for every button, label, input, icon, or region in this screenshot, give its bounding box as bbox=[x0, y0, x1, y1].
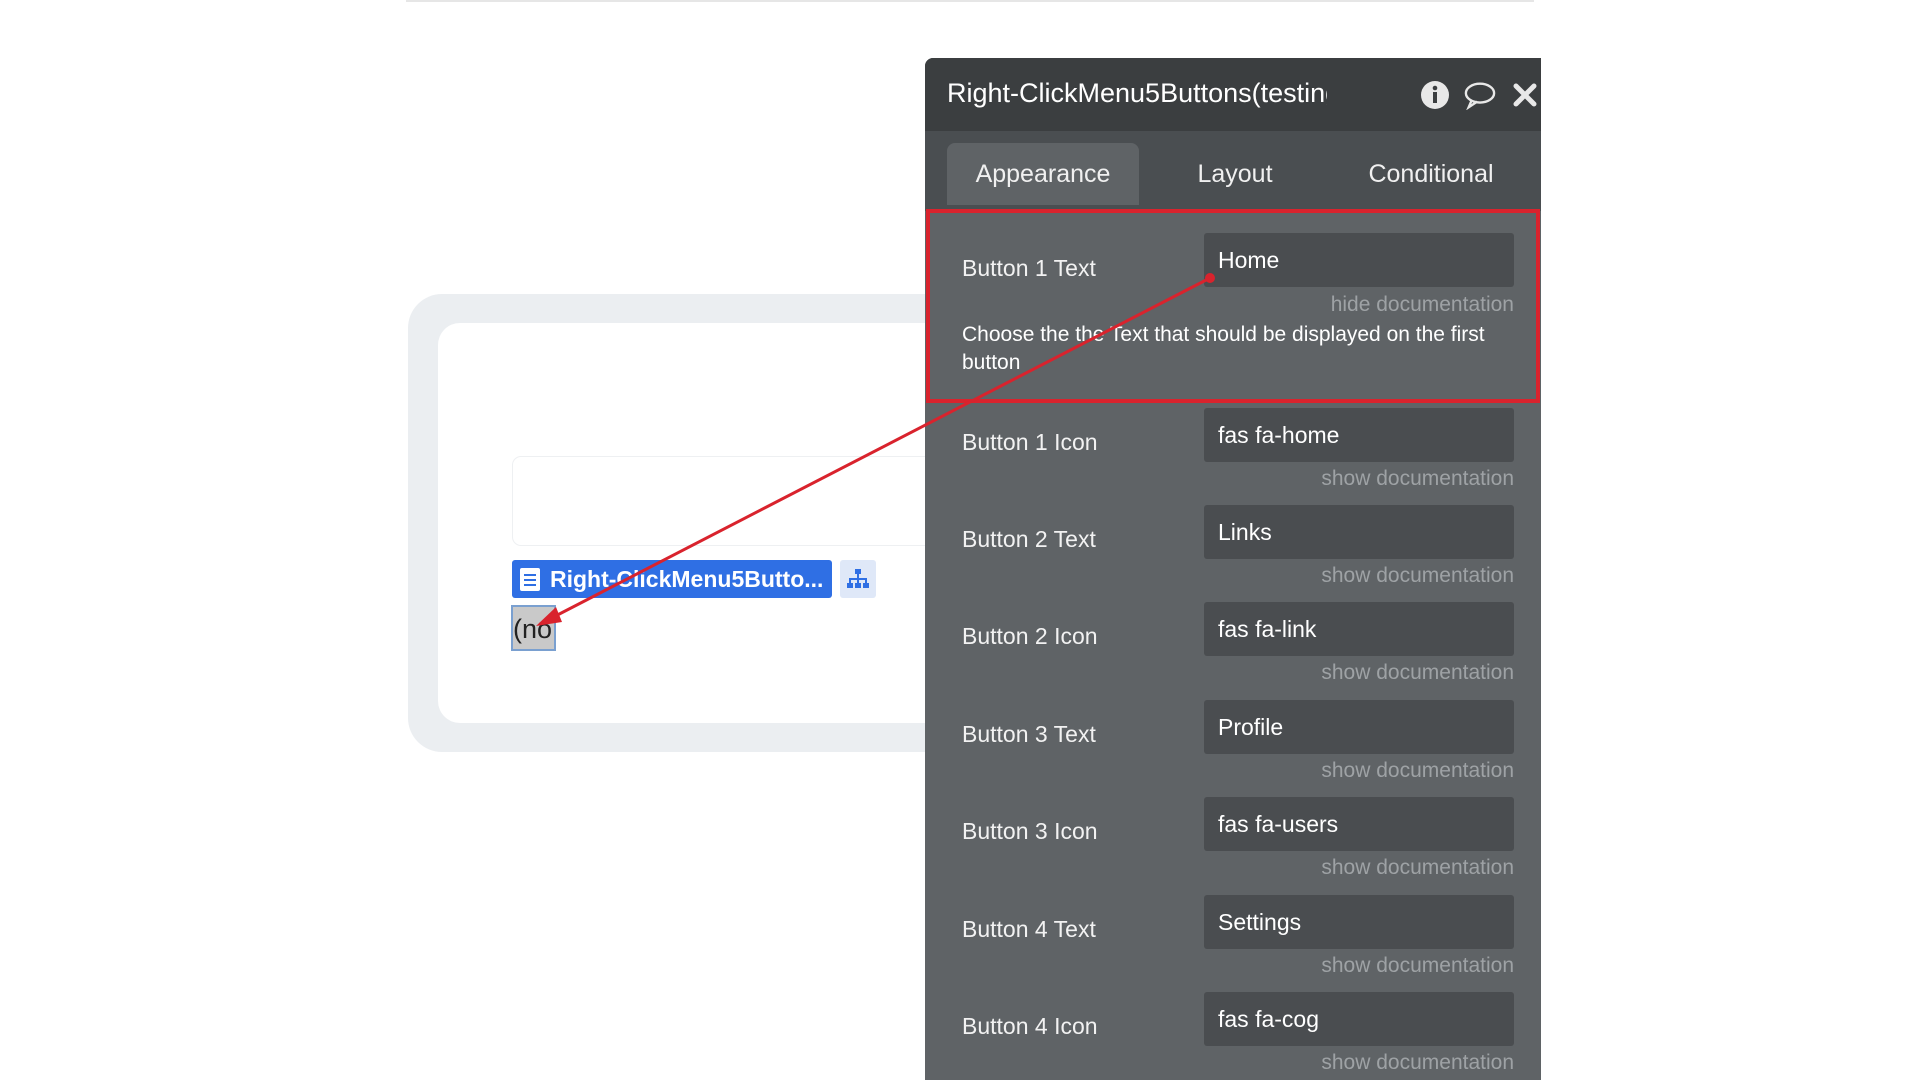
top-divider bbox=[406, 0, 1534, 2]
property-label: Button 2 Text bbox=[962, 526, 1096, 552]
property-input[interactable]: fas fa-home bbox=[1204, 408, 1514, 462]
property-input[interactable]: fas fa-cog bbox=[1204, 992, 1514, 1046]
tab-conditional[interactable]: Conditional bbox=[1331, 143, 1531, 205]
info-icon[interactable] bbox=[1419, 79, 1451, 111]
property-row: Button 3 Text Profile show documentation bbox=[925, 700, 1541, 797]
property-row: Button 4 Text Settings show documentatio… bbox=[925, 895, 1541, 992]
documentation-toggle[interactable]: show documentation bbox=[1321, 954, 1514, 978]
comment-icon[interactable] bbox=[1464, 79, 1496, 111]
property-row: Button 4 Icon fas fa-cog show documentat… bbox=[925, 992, 1541, 1080]
property-input[interactable]: Profile bbox=[1204, 700, 1514, 754]
element-tree-button[interactable] bbox=[840, 560, 876, 598]
property-row: Button 2 Text Links show documentation bbox=[925, 505, 1541, 602]
element-tag-label: Right-ClickMenu5Butto... bbox=[550, 565, 824, 592]
hierarchy-icon bbox=[847, 569, 869, 588]
highlight-box bbox=[926, 209, 1540, 403]
selected-element-text: (no bbox=[513, 614, 553, 644]
element-tag[interactable]: Right-ClickMenu5Butto... bbox=[512, 560, 832, 598]
documentation-toggle[interactable]: show documentation bbox=[1321, 661, 1514, 685]
property-label: Button 3 Icon bbox=[962, 818, 1098, 844]
documentation-toggle[interactable]: show documentation bbox=[1321, 467, 1514, 491]
editor-header: Right-ClickMenu5Buttons(testing bbox=[925, 58, 1541, 131]
close-icon[interactable] bbox=[1509, 79, 1541, 111]
property-row: Button 3 Icon fas fa-users show document… bbox=[925, 797, 1541, 894]
tab-appearance[interactable]: Appearance bbox=[947, 143, 1139, 205]
editor-title: Right-ClickMenu5Buttons(testing bbox=[947, 78, 1327, 108]
documentation-toggle[interactable]: show documentation bbox=[1321, 564, 1514, 588]
property-label: Button 4 Text bbox=[962, 916, 1096, 942]
property-label: Button 1 Icon bbox=[962, 429, 1098, 455]
property-row: Button 2 Icon fas fa-link show documenta… bbox=[925, 602, 1541, 699]
tab-layout[interactable]: Layout bbox=[1139, 143, 1331, 205]
property-label: Button 3 Text bbox=[962, 721, 1096, 747]
document-icon bbox=[520, 567, 540, 591]
documentation-toggle[interactable]: show documentation bbox=[1321, 856, 1514, 880]
property-input[interactable]: Settings bbox=[1204, 895, 1514, 949]
documentation-toggle[interactable]: show documentation bbox=[1321, 1051, 1514, 1075]
property-input[interactable]: Links bbox=[1204, 505, 1514, 559]
documentation-toggle[interactable]: show documentation bbox=[1321, 759, 1514, 783]
editor-tabs: Appearance Layout Conditional bbox=[925, 131, 1541, 211]
property-label: Button 2 Icon bbox=[962, 623, 1098, 649]
property-input[interactable]: fas fa-link bbox=[1204, 602, 1514, 656]
screen: Right-ClickMenu5Butto... (no Right-Click… bbox=[0, 0, 1920, 1080]
property-label: Button 4 Icon bbox=[962, 1013, 1098, 1039]
selected-element-chip[interactable]: (no bbox=[511, 605, 556, 651]
canvas-input-box[interactable] bbox=[512, 456, 954, 546]
property-row: Button 1 Icon fas fa-home show documenta… bbox=[925, 408, 1541, 505]
property-input[interactable]: fas fa-users bbox=[1204, 797, 1514, 851]
